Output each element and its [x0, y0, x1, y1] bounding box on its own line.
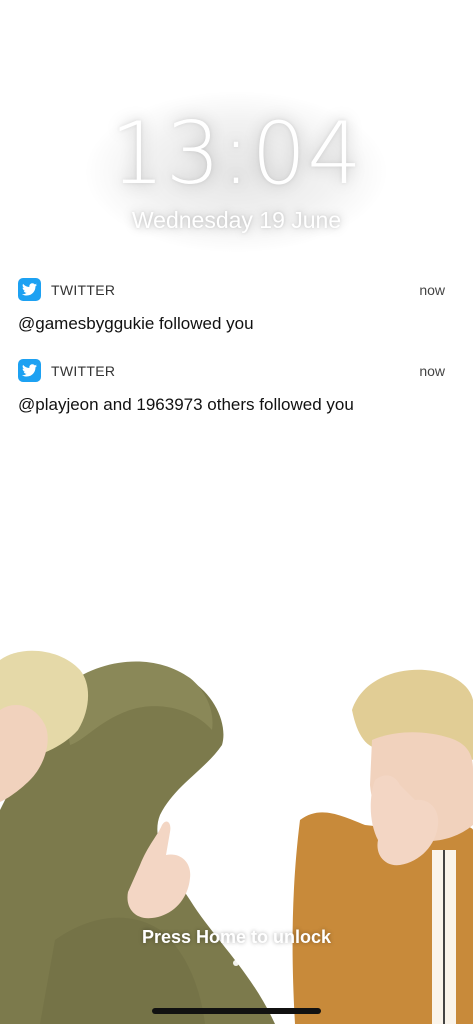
- clock-date: Wednesday 19 June: [131, 207, 342, 233]
- home-indicator[interactable]: [152, 1008, 321, 1014]
- wallpaper-left-figure: [0, 650, 275, 1024]
- notification-app-name: TWITTER: [51, 282, 116, 298]
- lock-screen: 13:04 Wednesday 19 June TWITTER now @gam…: [0, 0, 473, 1024]
- notification-app-name: TWITTER: [51, 363, 116, 379]
- twitter-bird-icon: [18, 278, 41, 301]
- notification-message: @playjeon and 1963973 others followed yo…: [18, 395, 354, 414]
- twitter-bird-icon: [18, 359, 41, 382]
- unlock-hint: Press Home to unlock: [141, 927, 332, 947]
- notification-time: now: [419, 363, 445, 379]
- page-indicator-dot: [233, 960, 239, 966]
- wallpaper-image: [0, 640, 473, 1024]
- notification-twitter-2[interactable]: TWITTER now @playjeon and 1963973 others…: [18, 359, 455, 419]
- notification-twitter-1[interactable]: TWITTER now @gamesbyggukie followed you: [18, 278, 455, 338]
- notification-message: @gamesbyggukie followed you: [18, 314, 254, 333]
- notification-time: now: [419, 282, 445, 298]
- wallpaper-right-figure: [292, 669, 473, 1024]
- clock-time: 13:04: [110, 104, 363, 204]
